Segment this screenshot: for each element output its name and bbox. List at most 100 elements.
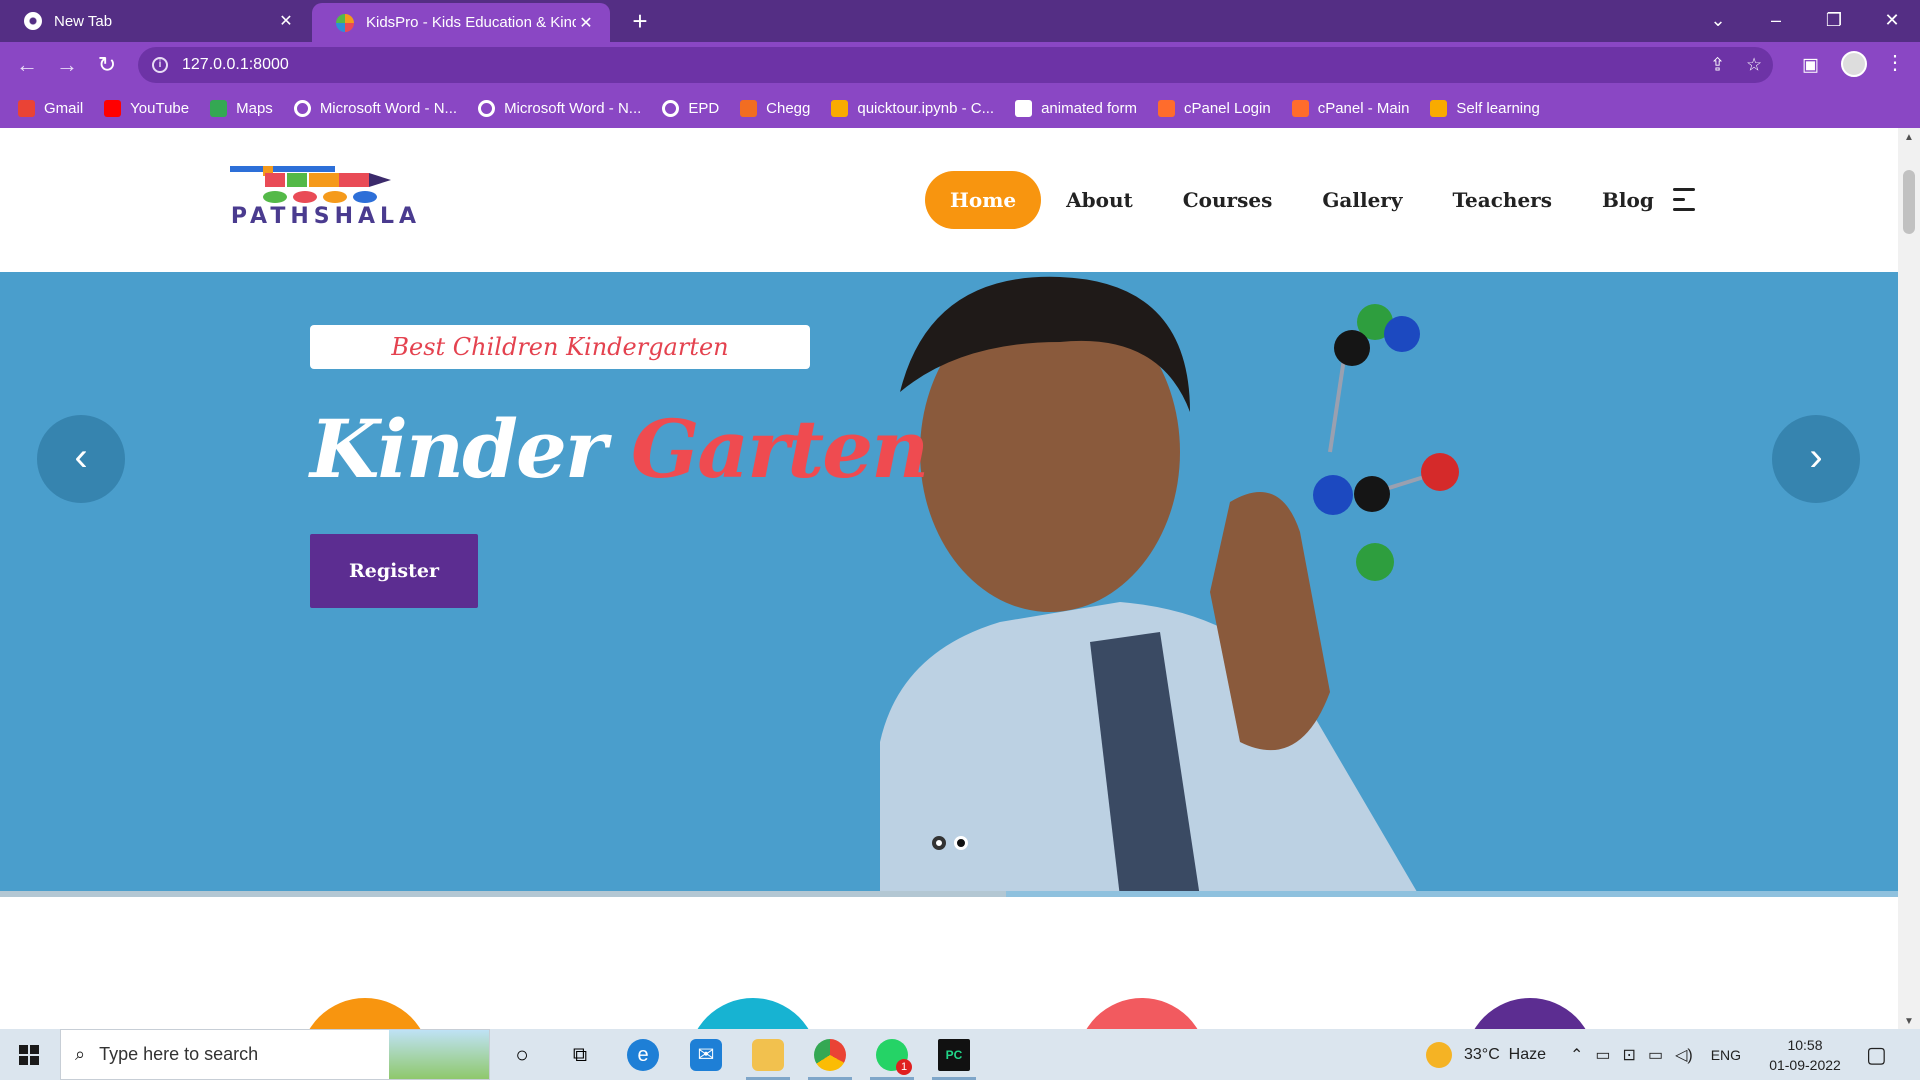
windows-start-button[interactable] — [0, 1029, 60, 1080]
bookmark-star-icon[interactable]: ☆ — [1746, 55, 1762, 76]
bookmark-item[interactable]: Microsoft Word - N... — [293, 99, 457, 117]
edge-icon[interactable]: e — [627, 1039, 659, 1071]
close-icon[interactable]: ✕ — [576, 13, 596, 33]
hero-slider: Best Children Kindergarten Kinder Garten… — [0, 272, 1898, 897]
nav-blog[interactable]: Blog — [1577, 171, 1679, 229]
clock-time: 10:58 — [1787, 1037, 1823, 1053]
back-arrow-icon[interactable]: ← — [12, 50, 42, 80]
bookmark-label: Gmail — [44, 99, 84, 117]
close-window-button[interactable]: ✕ — [1864, 0, 1920, 42]
weather-widget[interactable]: 33°C Haze — [1426, 1029, 1546, 1080]
profile-avatar[interactable] — [1841, 51, 1867, 77]
battery-icon[interactable]: ▭ — [1648, 1045, 1663, 1065]
slider-prev-button[interactable]: ‹ — [37, 415, 125, 503]
bookmark-item[interactable]: animated form — [1015, 99, 1137, 117]
windows-logo-icon — [19, 1045, 39, 1065]
info-icon[interactable]: i — [152, 57, 168, 73]
bookmark-item[interactable]: Microsoft Word - N... — [478, 99, 642, 117]
feature-circle-3 — [1077, 998, 1207, 1029]
feature-circle-4 — [1465, 998, 1595, 1029]
bookmark-item[interactable]: cPanel Login — [1157, 99, 1271, 117]
cortana-icon[interactable]: ○ — [506, 1039, 538, 1071]
bookmark-label: EPD — [688, 99, 720, 117]
bookmark-label: quicktour.ipynb - C... — [857, 99, 995, 117]
share-icon[interactable]: ⇪ — [1710, 55, 1725, 76]
page-scrollbar[interactable]: ▲ ▼ — [1898, 128, 1920, 1029]
tab-new-tab[interactable]: New Tab ✕ — [0, 0, 310, 42]
notifications-icon[interactable]: ▢ — [1866, 1029, 1887, 1080]
tab-kidspro[interactable]: KidsPro - Kids Education & Kinde ✕ — [312, 3, 610, 42]
nav-gallery[interactable]: Gallery — [1297, 171, 1427, 229]
hero-tagline: Best Children Kindergarten — [310, 325, 810, 369]
bookmark-item[interactable]: EPD — [662, 99, 720, 117]
globe-icon — [293, 99, 311, 117]
scroll-up-icon[interactable]: ▲ — [1898, 132, 1920, 143]
chevron-up-icon[interactable]: ⌃ — [1570, 1045, 1583, 1065]
slider-dot-2[interactable] — [954, 836, 968, 850]
search-placeholder: Type here to search — [99, 1044, 259, 1064]
system-clock[interactable]: 10:58 01-09-2022 — [1762, 1035, 1848, 1075]
more-menu-icon[interactable]: ⋮ — [1885, 50, 1905, 75]
meet-now-icon[interactable]: ▭ — [1595, 1045, 1610, 1065]
reload-icon[interactable]: ↻ — [92, 50, 122, 80]
hamburger-menu-icon[interactable] — [1673, 188, 1695, 212]
whatsapp-icon[interactable]: 1 — [876, 1039, 912, 1075]
scroll-thumb[interactable] — [1903, 170, 1915, 234]
language-indicator[interactable]: ENG — [1711, 1047, 1741, 1063]
bookmark-item[interactable]: Gmail — [18, 99, 84, 117]
youtube-icon — [104, 99, 122, 117]
bookmark-item[interactable]: quicktour.ipynb - C... — [831, 99, 995, 117]
new-tab-button[interactable]: + — [625, 6, 655, 36]
minimize-button[interactable]: – — [1748, 0, 1804, 42]
taskbar-search-box[interactable]: ⌕ Type here to search — [60, 1029, 490, 1080]
bookmark-label: cPanel Login — [1183, 99, 1271, 117]
boy-with-molecule-image — [880, 276, 1459, 897]
restore-button[interactable]: ❐ — [1806, 0, 1862, 42]
slider-progress-bar — [0, 891, 1898, 897]
gmail-icon — [18, 99, 35, 117]
nav-about[interactable]: About — [1041, 171, 1158, 229]
chrome-taskbar-icon[interactable] — [814, 1039, 846, 1071]
forward-arrow-icon[interactable]: → — [52, 50, 82, 80]
bookmark-item[interactable]: YouTube — [104, 99, 190, 117]
slider-dot-1[interactable] — [932, 836, 946, 850]
feature-circles — [0, 998, 1898, 1029]
bookmark-label: Maps — [236, 99, 273, 117]
mail-icon[interactable]: ✉ — [690, 1039, 722, 1071]
file-explorer-icon[interactable] — [752, 1039, 784, 1071]
globe-icon — [662, 99, 680, 117]
bookmark-label: YouTube — [130, 99, 190, 117]
chevron-right-icon: › — [1809, 435, 1823, 479]
bookmark-item[interactable]: Chegg — [740, 99, 810, 117]
nav-home[interactable]: Home — [925, 171, 1042, 229]
network-icon[interactable]: ⊡ — [1623, 1045, 1636, 1065]
site-logo[interactable]: PATHSHALA — [215, 164, 437, 236]
bookmark-label: Microsoft Word - N... — [504, 99, 642, 117]
hero-title-part2: Garten — [630, 402, 929, 496]
volume-icon[interactable]: ◁) — [1675, 1045, 1693, 1065]
task-view-icon[interactable]: ⧉ — [564, 1039, 596, 1071]
nav-teachers[interactable]: Teachers — [1427, 171, 1577, 229]
address-bar[interactable]: i 127.0.0.1:8000 ⇪ ☆ — [138, 47, 1773, 83]
bookmark-item[interactable]: Maps — [210, 99, 273, 117]
close-icon[interactable]: ✕ — [276, 11, 296, 31]
weather-haze-icon — [1426, 1041, 1452, 1068]
page-viewport: PATHSHALA Home About Courses Gallery Tea… — [0, 128, 1898, 1029]
bookmark-item[interactable]: Self learning — [1430, 99, 1540, 117]
cpanel-icon — [1157, 99, 1175, 117]
slider-dots — [932, 836, 976, 850]
bookmark-item[interactable]: cPanel - Main — [1291, 99, 1409, 117]
slider-next-button[interactable]: › — [1772, 415, 1860, 503]
maps-icon — [210, 99, 228, 117]
tab-search-chevron-icon[interactable]: ⌄ — [1690, 0, 1746, 42]
pycharm-icon[interactable]: PC — [938, 1039, 970, 1071]
feature-circle-2 — [688, 998, 818, 1029]
browser-tab-strip: New Tab ✕ KidsPro - Kids Education & Kin… — [0, 0, 1920, 42]
slider-progress-fill — [0, 891, 1006, 897]
url-text[interactable]: 127.0.0.1:8000 — [182, 56, 289, 74]
side-panel-icon[interactable]: ▣ — [1802, 55, 1819, 76]
scroll-down-icon[interactable]: ▼ — [1898, 1016, 1920, 1027]
register-button[interactable]: Register — [310, 534, 478, 608]
search-icon: ⌕ — [75, 1044, 86, 1064]
nav-courses[interactable]: Courses — [1158, 171, 1298, 229]
